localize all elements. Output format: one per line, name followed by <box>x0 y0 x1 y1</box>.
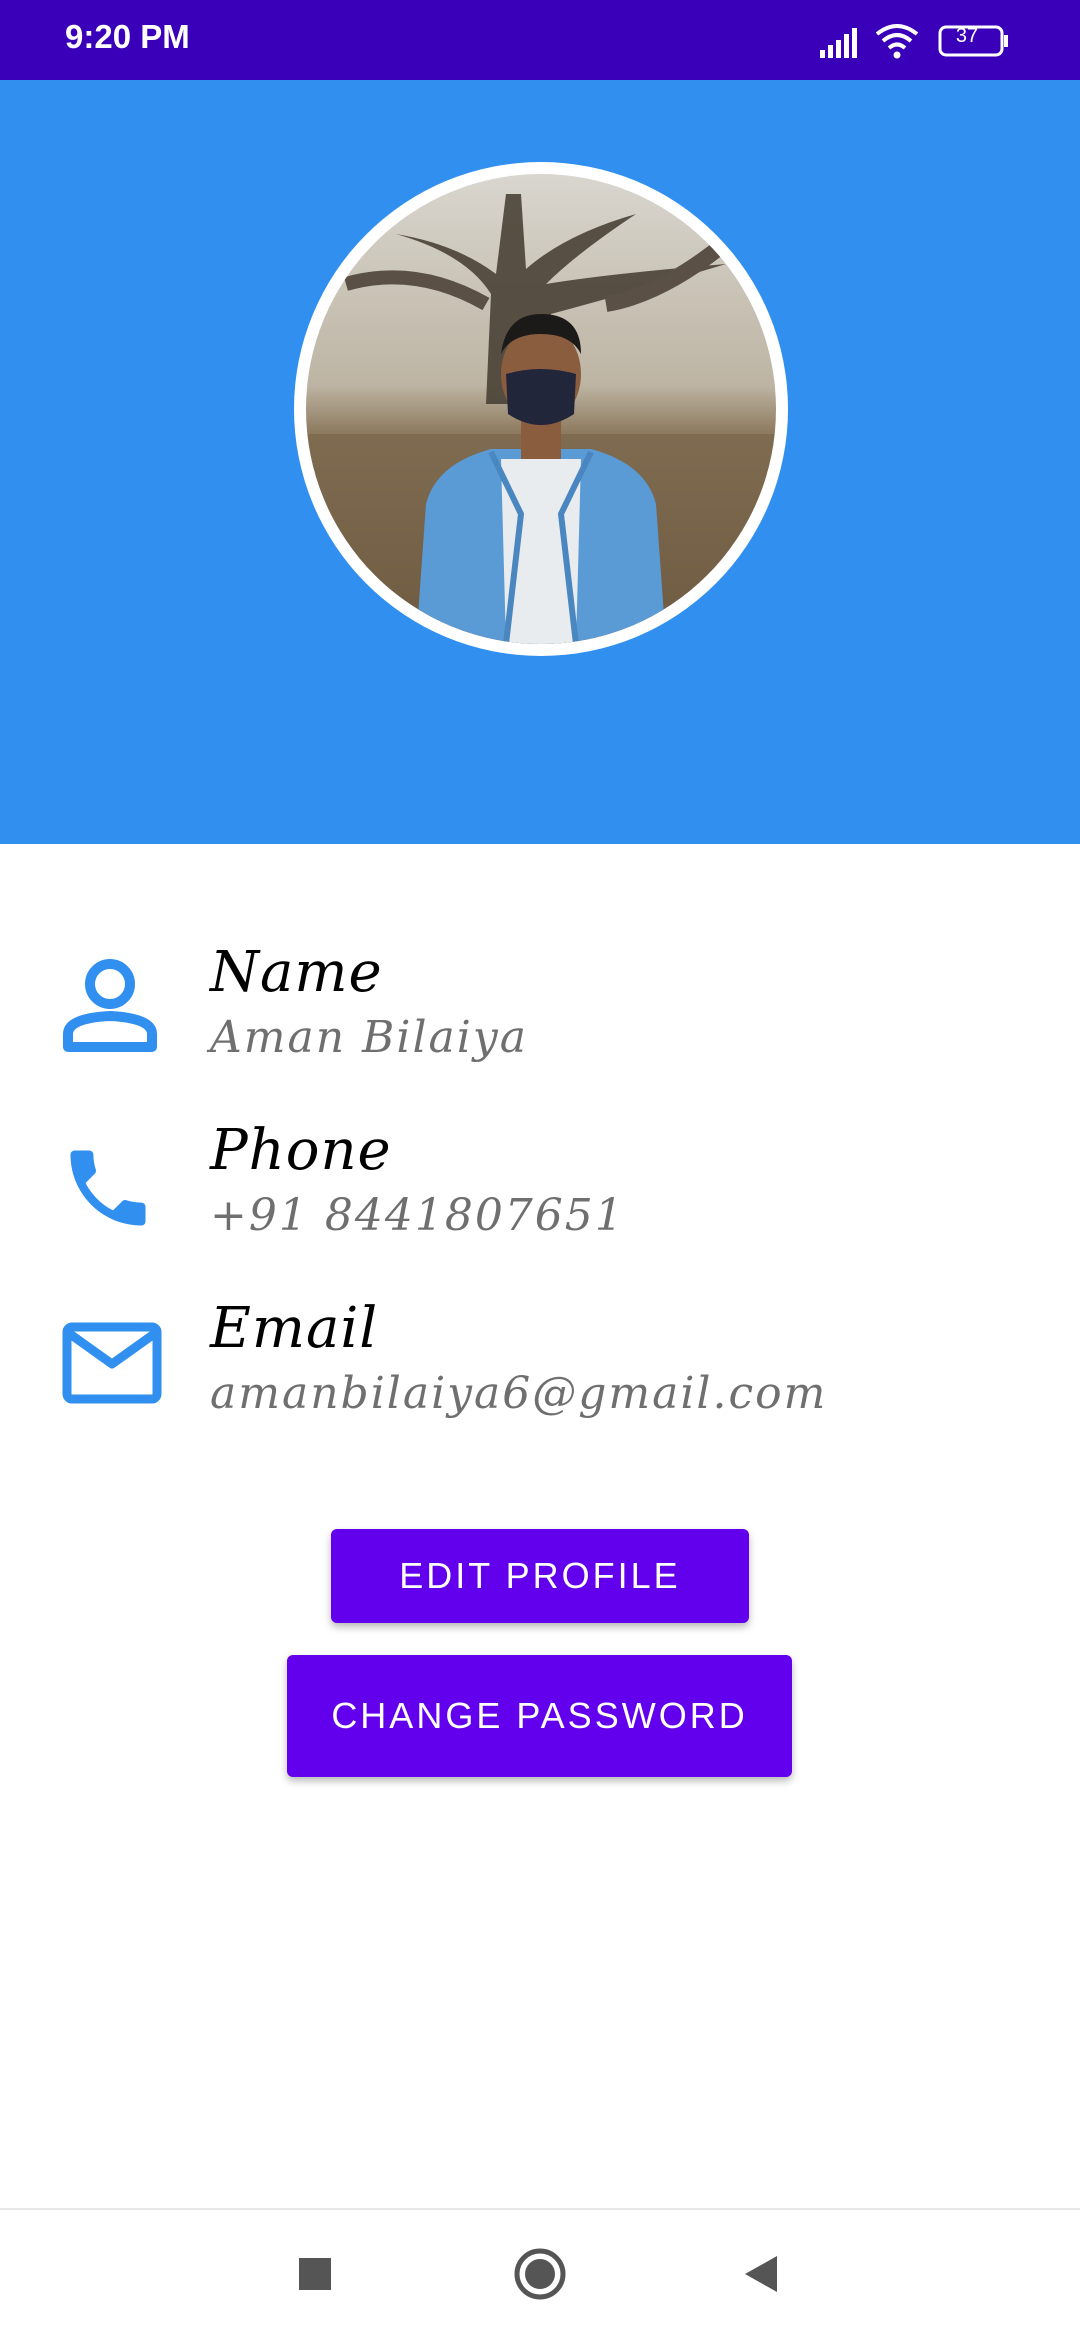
email-label: Email <box>210 1296 379 1361</box>
profile-photo <box>306 174 776 644</box>
person-icon <box>63 959 157 1052</box>
name-row: Name Aman Bilaiya <box>0 930 1080 1080</box>
status-time: 9:20 PM <box>65 18 190 55</box>
name-label: Name <box>210 940 383 1005</box>
edit-profile-button[interactable]: EDIT PROFILE <box>331 1529 749 1623</box>
status-icons: 37 <box>818 22 1018 62</box>
avatar-ring <box>294 162 788 656</box>
change-password-button[interactable]: CHANGE PASSWORD <box>287 1655 792 1777</box>
status-bar: 9:20 PM 37 <box>0 0 1080 80</box>
name-value: Aman Bilaiya <box>210 1012 528 1063</box>
email-row: Email amanbilaiya6@gmail.com <box>0 1286 1080 1436</box>
phone-row: Phone +91 8441807651 <box>0 1108 1080 1258</box>
nav-bar <box>0 2208 1080 2342</box>
phone-icon <box>70 1150 146 1226</box>
avatar[interactable] <box>306 174 776 644</box>
phone-value: +91 8441807651 <box>210 1190 625 1241</box>
battery-level: 37 <box>955 25 979 47</box>
profile-header <box>0 80 1080 844</box>
phone-label: Phone <box>210 1118 392 1183</box>
signal-icon <box>820 28 857 58</box>
wifi-icon <box>875 24 919 59</box>
square-icon[interactable] <box>298 2257 332 2291</box>
triangle-back-icon[interactable] <box>741 2254 781 2294</box>
mail-icon <box>62 1322 162 1404</box>
email-value: amanbilaiya6@gmail.com <box>210 1368 828 1419</box>
circle-icon[interactable] <box>512 2246 568 2302</box>
